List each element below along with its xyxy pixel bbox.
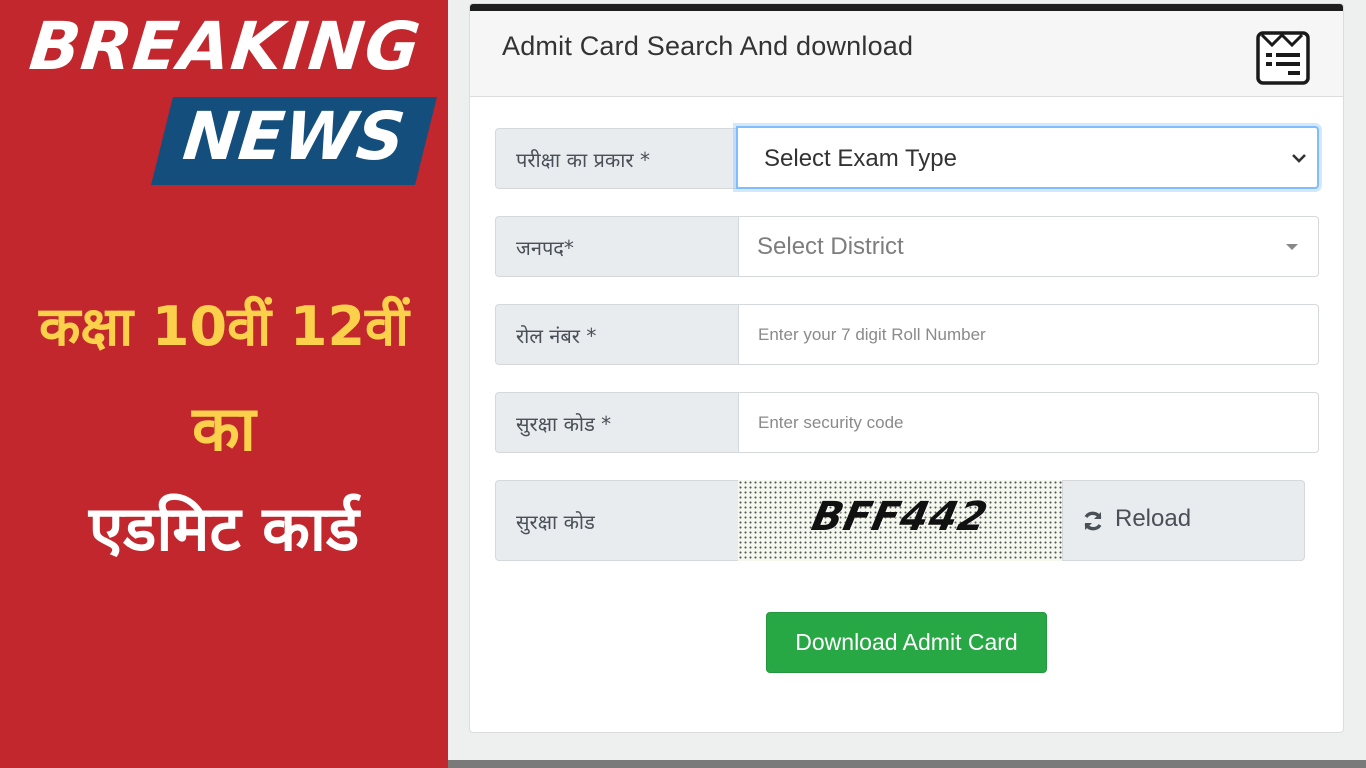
reload-captcha-button[interactable]: Reload (1062, 480, 1305, 561)
class-text: कक्षा 10वीं 12वीं (38, 295, 410, 358)
card-top-border (470, 4, 1343, 11)
caret-down-icon (1286, 244, 1298, 250)
captcha-row: सुरक्षा कोड BFF442 Reload (495, 480, 1319, 561)
exam-type-label: परीक्षा का प्रकार * (495, 128, 738, 189)
district-row: जनपद* Select District (495, 216, 1319, 277)
breaking-headline: BREAKING (26, 8, 425, 85)
district-label: जनपद* (495, 216, 738, 277)
captcha-label: सुरक्षा कोड (495, 480, 738, 561)
captcha-code: BFF442 (807, 494, 993, 540)
reload-label: Reload (1115, 505, 1192, 532)
refresh-icon (1084, 511, 1102, 531)
exam-type-value: Select Exam Type (764, 145, 957, 172)
roll-number-control (738, 304, 1319, 365)
roll-number-label: रोल नंबर * (495, 304, 738, 365)
news-headline: NEWS (179, 98, 409, 175)
district-value: Select District (757, 233, 904, 260)
security-code-label: सुरक्षा कोड * (495, 392, 738, 453)
admit-card-text: एडमिट कार्ड (88, 492, 360, 565)
breaking-news-banner: BREAKING NEWS कक्षा 10वीं 12वीं का एडमिट… (0, 0, 448, 768)
chevron-down-icon (1292, 154, 1306, 163)
security-code-control (738, 392, 1319, 453)
exam-type-row: परीक्षा का प्रकार * Select Exam Type (495, 126, 1319, 189)
ka-text: का (192, 392, 256, 465)
card-header: Admit Card Search And download (470, 11, 1343, 97)
district-select[interactable]: Select District (738, 216, 1319, 277)
roll-number-input[interactable] (739, 305, 1318, 364)
bottom-bar (448, 760, 1366, 768)
roll-number-row: रोल नंबर * (495, 304, 1319, 365)
exam-type-select[interactable]: Select Exam Type (736, 126, 1319, 189)
download-admit-card-button[interactable]: Download Admit Card (766, 612, 1047, 673)
security-code-row: सुरक्षा कोड * (495, 392, 1319, 453)
admit-card-form: Admit Card Search And download परीक्षा क… (469, 3, 1344, 733)
captcha-image: BFF442 (738, 480, 1062, 561)
card-title: Admit Card Search And download (502, 31, 914, 61)
security-code-input[interactable] (739, 393, 1318, 452)
admit-card-icon (1256, 31, 1310, 85)
